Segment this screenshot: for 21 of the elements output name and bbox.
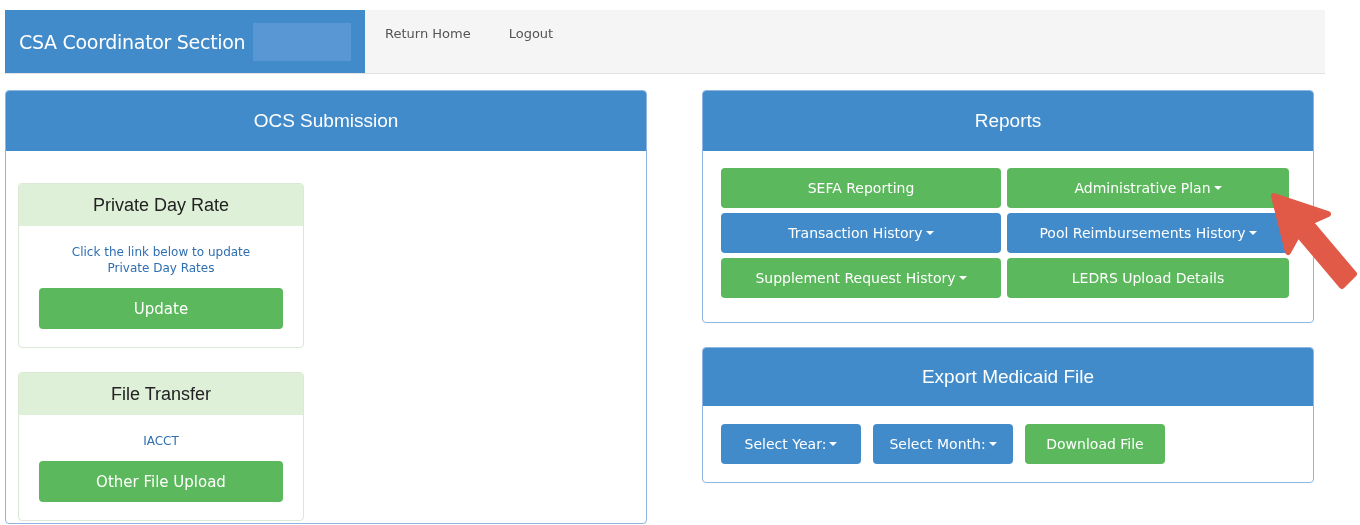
nav-link[interactable]: Return Home [385, 26, 471, 73]
report-button[interactable]: Download File [1025, 424, 1165, 464]
report-button[interactable]: LEDRS Upload Details [1007, 258, 1289, 298]
brand-title: CSA Coordinator Section [19, 30, 246, 53]
dropdown-button[interactable]: Select Month: [873, 424, 1013, 464]
dropdown-button[interactable]: Supplement Request History [721, 258, 1001, 298]
dropdown-button[interactable]: Transaction History [721, 213, 1001, 253]
card-title: Private Day Rate [19, 184, 303, 226]
panel-title: Reports [703, 91, 1313, 151]
action-button[interactable]: Update [39, 288, 283, 329]
card-title: File Transfer [19, 373, 303, 415]
arrow-icon [1270, 192, 1360, 292]
card-text: Click the link below to update Private Day Rates [70, 244, 252, 276]
card-text: IACCT [142, 433, 180, 449]
dropdown-button[interactable]: Administrative Plan [1007, 168, 1289, 208]
panel-title: Export Medicaid File [703, 348, 1313, 406]
panel-title: OCS Submission [6, 91, 646, 151]
nav-link[interactable]: Logout [508, 26, 554, 73]
report-button[interactable]: SEFA Reporting [721, 168, 1001, 208]
dropdown-button[interactable]: Select Year: [721, 424, 861, 464]
action-button[interactable]: Other File Upload [39, 461, 283, 502]
